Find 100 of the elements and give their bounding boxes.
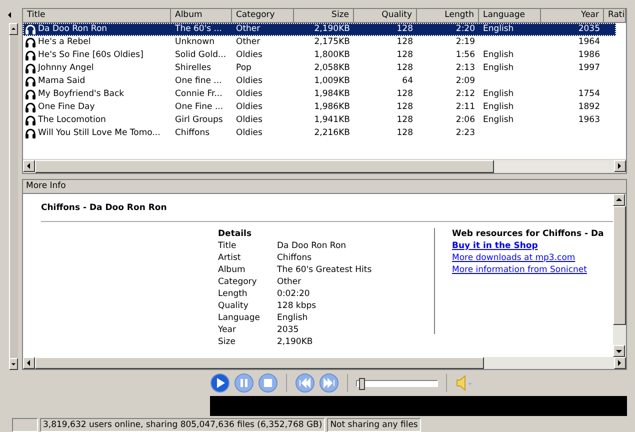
table-cell: 1892	[578, 102, 600, 112]
detail-label: Artist	[218, 252, 242, 264]
scroll-down-button[interactable]	[613, 345, 625, 357]
table-cell: 128	[396, 24, 413, 34]
table-row[interactable]: He's So Fine [60s Oldies] Solid Gold... Oldies 1,800KB 128 1:56 English 1986	[23, 49, 616, 62]
scroll-down-button[interactable]	[8, 358, 18, 370]
scrollbar-thumb[interactable]	[35, 357, 484, 369]
panel-header: More Info	[23, 180, 626, 194]
table-row[interactable]: Da Doo Ron Ron The 60's ... Other 2,190KB 128 2:20 English 2035	[23, 23, 616, 36]
table-cell: The Locomotion	[38, 114, 106, 127]
table-cell: One Fine Day	[38, 101, 95, 114]
scroll-left-button[interactable]	[23, 160, 35, 172]
table-cell: 2:12	[456, 89, 475, 99]
table-cell: English	[483, 24, 514, 34]
table-cell: Will You Still Love Me Tomo...	[38, 127, 160, 140]
table-cell: 2:11	[456, 102, 475, 112]
detail-label: Year	[218, 324, 237, 336]
next-button[interactable]	[319, 373, 339, 393]
scroll-up-button[interactable]	[613, 194, 625, 206]
table-cell: Connie Fr...	[175, 89, 222, 99]
table-cell: 1997	[578, 63, 600, 73]
headphones-icon	[25, 37, 36, 48]
table-row[interactable]: Johnny Angel Shirelles Pop 2,058KB 128 2:13 English 1997	[23, 62, 616, 75]
table-cell: 128	[396, 89, 413, 99]
column-header[interactable]: Rati	[604, 9, 626, 23]
table-cell: Oldies	[236, 50, 262, 60]
detail-value: Other	[277, 276, 302, 288]
table-cell: 1963	[578, 115, 600, 125]
table-cell: Unknown	[175, 37, 214, 47]
headphones-icon	[25, 76, 36, 87]
scroll-left-button[interactable]	[23, 357, 35, 369]
detail-value: 2,190KB	[277, 336, 313, 348]
headphones-icon	[25, 50, 36, 61]
column-header[interactable]: Size	[294, 9, 354, 23]
table-cell: 2,190KB	[314, 24, 350, 34]
column-header[interactable]: Quality	[354, 9, 417, 23]
stop-button[interactable]	[258, 373, 278, 393]
detail-value: 128 kbps	[277, 300, 316, 312]
previous-button[interactable]	[295, 373, 315, 393]
detail-label: Album	[218, 264, 246, 276]
table-row[interactable]: My Boyfriend's Back Connie Fr... Oldies 1,984KB 128 2:12 English 1754	[23, 88, 616, 101]
table-cell: He's a Rebel	[38, 36, 91, 49]
column-header[interactable]: Category	[232, 9, 294, 23]
link[interactable]: Buy it in the Shop	[452, 241, 538, 251]
column-header[interactable]: Year	[541, 9, 604, 23]
table-cell: 128	[396, 128, 413, 138]
table-cell: Oldies	[236, 115, 262, 125]
column-header[interactable]: Title	[23, 9, 171, 23]
table-cell: English	[483, 89, 514, 99]
table-cell: 1,800KB	[314, 50, 350, 60]
table-cell: Girl Groups	[175, 115, 223, 125]
table-cell: 128	[396, 63, 413, 73]
table-cell: Chiffons	[175, 128, 210, 138]
scrollbar-thumb[interactable]	[613, 206, 626, 325]
link[interactable]: More downloads at mp3.com	[452, 253, 576, 263]
pause-button[interactable]	[234, 373, 254, 393]
table-cell: 1,984KB	[314, 89, 350, 99]
table-cell: English	[483, 63, 514, 73]
table-cell: My Boyfriend's Back	[38, 88, 124, 101]
web-resources-title: Web resources for Chiffons - Da	[452, 228, 604, 240]
table-cell: 1,986KB	[314, 102, 350, 112]
detail-label: Quality	[218, 300, 250, 312]
table-cell: Oldies	[236, 128, 262, 138]
table-cell: English	[483, 102, 514, 112]
table-cell: 128	[396, 50, 413, 60]
column-header[interactable]: Album	[171, 9, 232, 23]
table-row[interactable]: The Locomotion Girl Groups Oldies 1,941KB 128 2:06 English 1963	[23, 114, 616, 127]
status-text: 3,819,632 users online, sharing 805,047,636 files (6,352,768 GB)	[40, 418, 326, 432]
table-cell: Oldies	[236, 76, 262, 86]
table-row[interactable]: He's a Rebel Unknown Other 2,175KB 128 2:19 1964	[23, 36, 616, 49]
headphones-icon	[25, 63, 36, 74]
play-button[interactable]	[210, 373, 230, 393]
scroll-right-button[interactable]	[614, 357, 626, 369]
table-cell: 2:23	[456, 128, 475, 138]
table-cell: Shirelles	[175, 63, 212, 73]
status-panel	[12, 418, 38, 432]
table-cell: 128	[396, 115, 413, 125]
column-header[interactable]: Language	[479, 9, 541, 23]
headphones-icon	[25, 89, 36, 100]
table-cell: Pop	[236, 63, 252, 73]
table-cell: 2:20	[456, 24, 475, 34]
table-cell: 1,009KB	[314, 76, 350, 86]
table-cell: 2:06	[456, 115, 475, 125]
table-row[interactable]: Mama Said One fine ... Oldies 1,009KB 64 2:09	[23, 75, 616, 88]
table-row[interactable]: Will You Still Love Me Tomo... Chiffons Oldies 2,216KB 128 2:23	[23, 127, 616, 140]
headphones-icon	[25, 24, 36, 35]
column-header[interactable]: Length	[417, 9, 479, 23]
detail-label: Size	[218, 336, 236, 348]
table-row[interactable]: One Fine Day One Fine ... Oldies 1,986KB 128 2:11 English 1892	[23, 101, 616, 114]
detail-value: 0:02:20	[277, 288, 310, 300]
table-cell: Johnny Angel	[38, 62, 94, 75]
scroll-right-button[interactable]	[614, 160, 626, 172]
detail-value: 2035	[277, 324, 299, 336]
table-cell: 1964	[578, 37, 600, 47]
link[interactable]: More information from Sonicnet	[452, 265, 587, 275]
table-cell: 1754	[578, 89, 600, 99]
table-cell: 2:09	[456, 76, 475, 86]
table-cell: 128	[396, 102, 413, 112]
scrollbar-thumb[interactable]	[35, 160, 494, 173]
scroll-up-button[interactable]	[8, 23, 18, 35]
